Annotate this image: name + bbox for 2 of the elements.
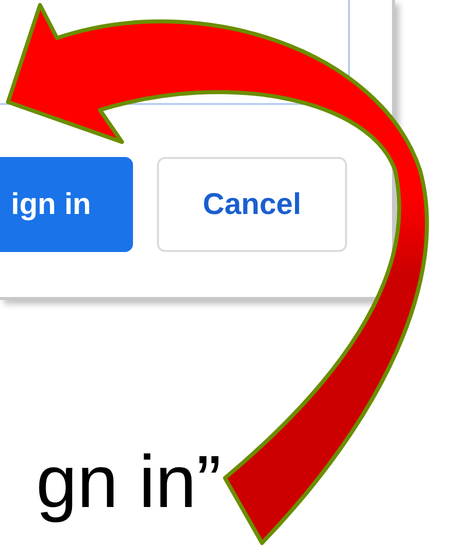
sign-in-button[interactable]: ign in — [0, 157, 133, 252]
cancel-button[interactable]: Cancel — [157, 157, 347, 252]
